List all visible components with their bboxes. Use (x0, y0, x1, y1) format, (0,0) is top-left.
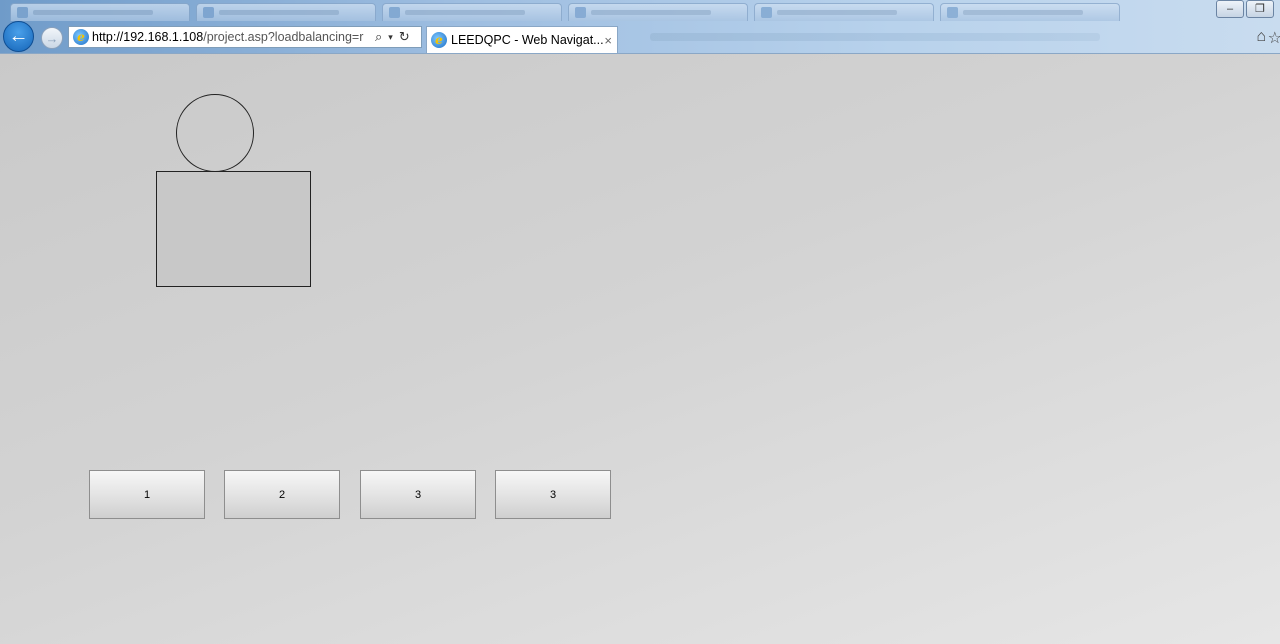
tab-favicon-icon (575, 7, 586, 18)
forward-button[interactable]: → (41, 27, 63, 49)
forward-icon: → (45, 30, 59, 46)
button-4[interactable]: 3 (495, 470, 611, 519)
minimize-icon[interactable]: – (1216, 0, 1244, 18)
address-bar[interactable]: e http://192.168.1.108/project.asp?loadb… (68, 26, 422, 48)
url-host: http://192.168.1.108 (92, 30, 204, 44)
rectangle-shape (156, 171, 311, 287)
background-tab[interactable] (10, 3, 190, 21)
home-icon[interactable]: ⌂ (1256, 28, 1266, 46)
button-2[interactable]: 2 (224, 470, 340, 519)
background-tab[interactable] (382, 3, 562, 21)
tab-title: LEEDQPC - Web Navigat... (451, 33, 604, 47)
tab-favicon-icon (17, 7, 28, 18)
background-tab[interactable] (196, 3, 376, 21)
address-url[interactable]: http://192.168.1.108/project.asp?loadbal… (92, 30, 370, 44)
tab-favicon-icon (203, 7, 214, 18)
ie-logo-icon: e (73, 29, 89, 45)
favorites-icon[interactable]: ☆ (1268, 28, 1280, 48)
tab-favicon-icon (389, 7, 400, 18)
background-tab[interactable] (940, 3, 1120, 21)
blurred-background-text (650, 33, 1100, 41)
background-tab[interactable] (754, 3, 934, 21)
ie-logo-icon: e (431, 32, 447, 48)
button-3[interactable]: 3 (360, 470, 476, 519)
tab-favicon-icon (761, 7, 772, 18)
tab-active[interactable]: e LEEDQPC - Web Navigat... × (426, 26, 618, 53)
back-button[interactable]: ← (3, 21, 34, 52)
refresh-icon[interactable]: ↻ (399, 29, 410, 45)
search-icon[interactable]: ⌕ (375, 29, 382, 45)
button-1[interactable]: 1 (89, 470, 205, 519)
browser-chrome: – ❐ ← → e http://192.168.1.108/project.a… (0, 0, 1280, 54)
background-tab[interactable] (568, 3, 748, 21)
window-controls: – ❐ (1214, 0, 1274, 18)
restore-icon[interactable]: ❐ (1246, 0, 1274, 18)
back-icon: ← (8, 25, 29, 47)
page-content: 1 2 3 3 (0, 54, 1280, 644)
address-tools: ⌕ ▾ ↻ (372, 29, 413, 45)
url-path: /project.asp?loadbalancing=r (203, 30, 364, 44)
tab-close-icon[interactable]: × (604, 33, 612, 48)
dropdown-icon[interactable]: ▾ (388, 32, 393, 43)
background-tab-strip (0, 0, 1215, 22)
circle-shape (176, 94, 254, 172)
tab-favicon-icon (947, 7, 958, 18)
